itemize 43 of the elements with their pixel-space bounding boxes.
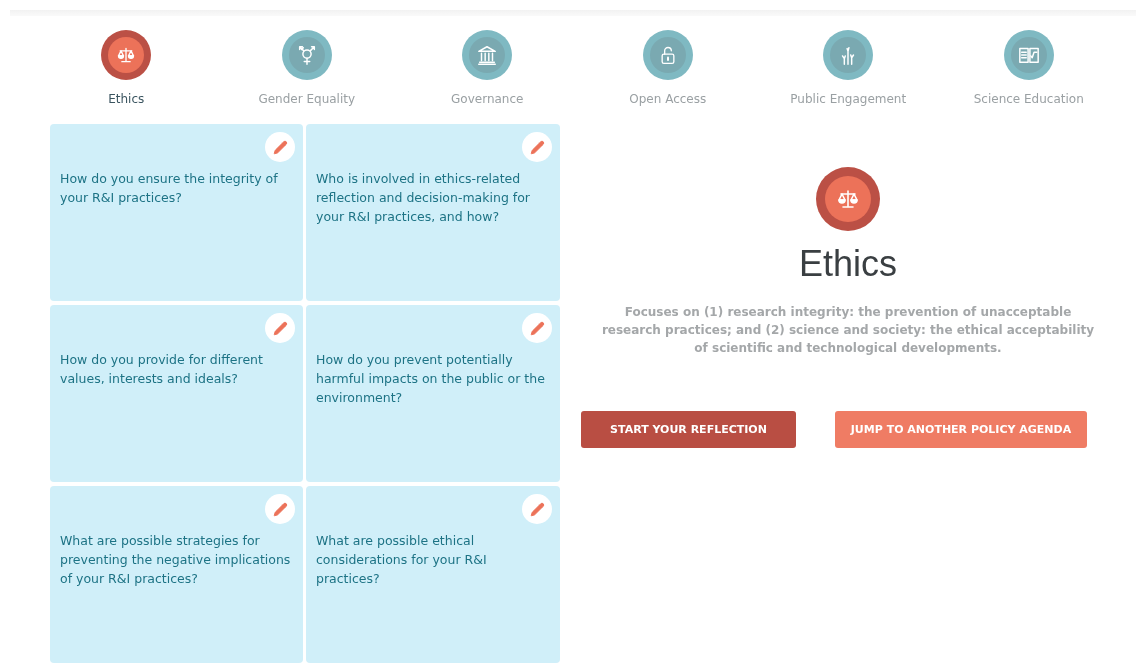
question-card[interactable]: How do you provide for different values, interests and ideals? (50, 305, 303, 482)
question-text: What are possible strategies for preventing the negative implications of your R&I practices? (60, 532, 292, 588)
tab-icon-button[interactable] (101, 30, 152, 80)
tab-label[interactable]: Science Education (973, 92, 1084, 106)
tab-icon-button[interactable] (823, 30, 874, 80)
scale-icon (836, 187, 860, 211)
question-text: What are possible ethical considerations for your R&I practices? (316, 532, 488, 588)
pencil-icon (529, 501, 545, 517)
question-card[interactable]: What are possible ethical considerations for your R&I practices? (306, 486, 560, 663)
pencil-icon (529, 320, 545, 336)
edit-button[interactable] (265, 132, 295, 162)
agenda-title: Ethics (798, 243, 897, 285)
tab-label[interactable]: Open Access (629, 92, 707, 106)
edit-button[interactable] (522, 132, 552, 162)
question-text: How do you prevent potentially harmful impacts on the public or the environment? (316, 351, 546, 407)
question-card[interactable]: What are possible strategies for preventing the negative implications of your R&I practices? (50, 486, 303, 663)
tab-icon-button[interactable] (642, 30, 693, 80)
pencil-icon (272, 501, 288, 517)
tab-icon-button[interactable] (462, 30, 513, 80)
edit-button[interactable] (522, 313, 552, 343)
edit-button[interactable] (265, 494, 295, 524)
question-text: How do you ensure the integrity of your R&I practices? (60, 170, 279, 207)
tab-icon-button[interactable] (281, 30, 332, 80)
edit-button[interactable] (265, 313, 295, 343)
tab-icon-button[interactable] (1003, 30, 1054, 80)
question-card[interactable]: Who is involved in ethics-related reflection and decision-making for your R&I practices, and how? (306, 124, 560, 301)
question-text: Who is involved in ethics-related reflection and decision-making for your R&I practices, and how? (316, 170, 531, 226)
question-card[interactable]: How do you ensure the integrity of your R&I practices? (50, 124, 303, 301)
scale-icon (116, 45, 137, 65)
tab-label[interactable]: Ethics (108, 92, 145, 106)
edit-button[interactable] (522, 494, 552, 524)
tab-label[interactable]: Governance (451, 92, 524, 106)
pencil-icon (272, 139, 288, 155)
question-text: How do you provide for different values, interests and ideals? (60, 351, 264, 388)
tab-label[interactable]: Public Engagement (790, 92, 907, 106)
agenda-description: Focuses on (1) research integrity: the prevention of unacceptable research practices; and (2) science and society: the ethical acceptability of scientific and technological developments. (600, 304, 1096, 357)
pencil-icon (272, 320, 288, 336)
start-reflection-button[interactable]: START YOUR REFLECTION (581, 411, 796, 448)
tab-label[interactable]: Gender Equality (258, 92, 356, 106)
question-card[interactable]: How do you prevent potentially harmful impacts on the public or the environment? (306, 305, 560, 482)
building-icon (476, 44, 499, 66)
pencil-icon (529, 139, 545, 155)
jump-agenda-button[interactable]: JUMP TO ANOTHER POLICY AGENDA (835, 411, 1087, 448)
